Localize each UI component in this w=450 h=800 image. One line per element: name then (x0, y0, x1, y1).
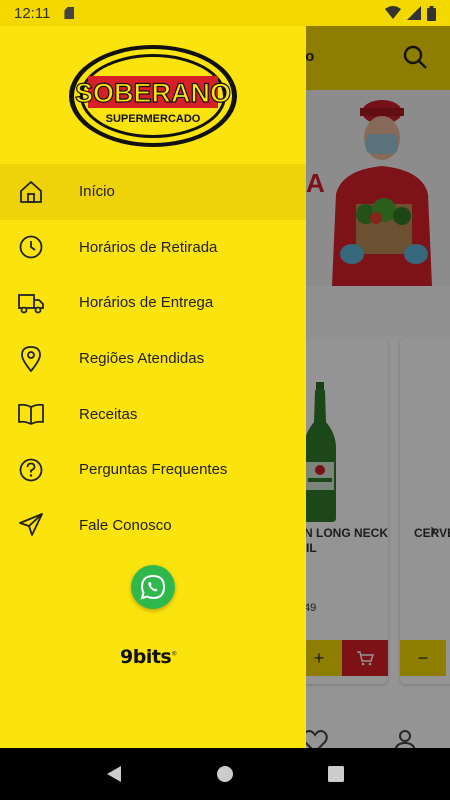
menu-item-label: Fale Conosco (79, 516, 172, 534)
whatsapp-icon (140, 574, 166, 600)
menu-item-horarios-entrega[interactable]: Horários de Entrega (0, 275, 306, 331)
menu-item-label: Horários de Entrega (79, 294, 214, 312)
question-icon (18, 457, 44, 483)
navigation-drawer: SOBERANO SUPERMERCADO Início Horários de… (0, 0, 306, 748)
logo-subtitle-text: SUPERMERCADO (106, 113, 201, 125)
logo-brand-text: SOBERANO (75, 78, 231, 108)
drawer-menu: Início Horários de Retirada Horários de … (0, 164, 306, 553)
menu-item-label: Início (79, 183, 115, 201)
signal-icon (407, 6, 421, 20)
registered-mark: ® (171, 650, 177, 658)
status-icons (385, 5, 436, 21)
sd-card-icon (64, 7, 75, 19)
wifi-icon (385, 6, 401, 19)
location-pin-icon (18, 345, 44, 372)
menu-item-label: Regiões Atendidas (79, 350, 205, 368)
whatsapp-button[interactable] (131, 565, 175, 609)
menu-item-label: Perguntas Frequentes (79, 461, 228, 479)
menu-item-perguntas-frequentes[interactable]: Perguntas Frequentes (0, 442, 306, 498)
recents-icon[interactable] (328, 766, 344, 782)
send-icon (18, 512, 44, 538)
menu-item-label: Receitas (79, 405, 138, 423)
menu-item-fale-conosco[interactable]: Fale Conosco (0, 498, 306, 554)
store-logo: SOBERANO SUPERMERCADO (68, 44, 238, 148)
home-icon (18, 179, 44, 205)
menu-item-regioes-atendidas[interactable]: Regiões Atendidas (0, 331, 306, 387)
back-icon[interactable] (106, 765, 122, 783)
book-icon (18, 401, 44, 427)
status-bar: 12:11 (0, 0, 450, 26)
truck-icon (18, 290, 44, 316)
menu-item-receitas[interactable]: Receitas (0, 386, 306, 442)
clock-icon (18, 234, 44, 260)
footer-brand-logo: 9bits® (120, 646, 177, 668)
battery-icon (427, 5, 436, 21)
menu-item-label: Horários de Retirada (79, 238, 218, 256)
footer-brand-text: 9bits (120, 646, 172, 668)
status-time: 12:11 (14, 4, 51, 22)
menu-item-inicio[interactable]: Início (0, 164, 306, 220)
system-navigation-bar (0, 748, 450, 800)
menu-item-horarios-retirada[interactable]: Horários de Retirada (0, 220, 306, 276)
home-button-icon[interactable] (216, 765, 234, 783)
